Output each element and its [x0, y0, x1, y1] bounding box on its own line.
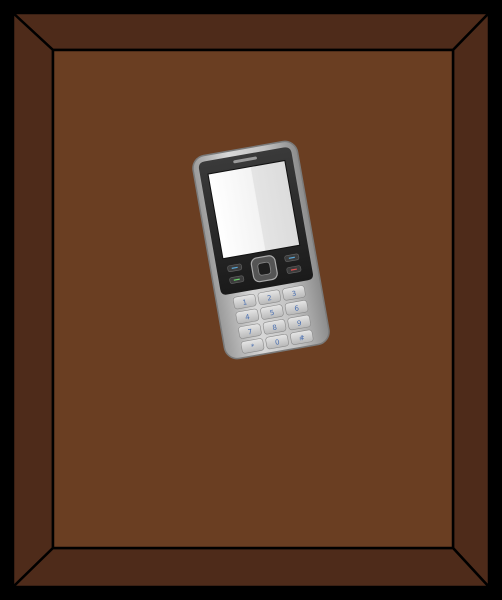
game-scene: 123456789*0 # — [0, 0, 502, 600]
phone-screen — [207, 159, 301, 260]
box-wall-left — [11, 11, 55, 589]
nav-select — [257, 261, 272, 276]
box-wall-right — [451, 11, 491, 589]
box-wall-bottom — [11, 546, 491, 589]
box-wall-top — [11, 11, 491, 52]
